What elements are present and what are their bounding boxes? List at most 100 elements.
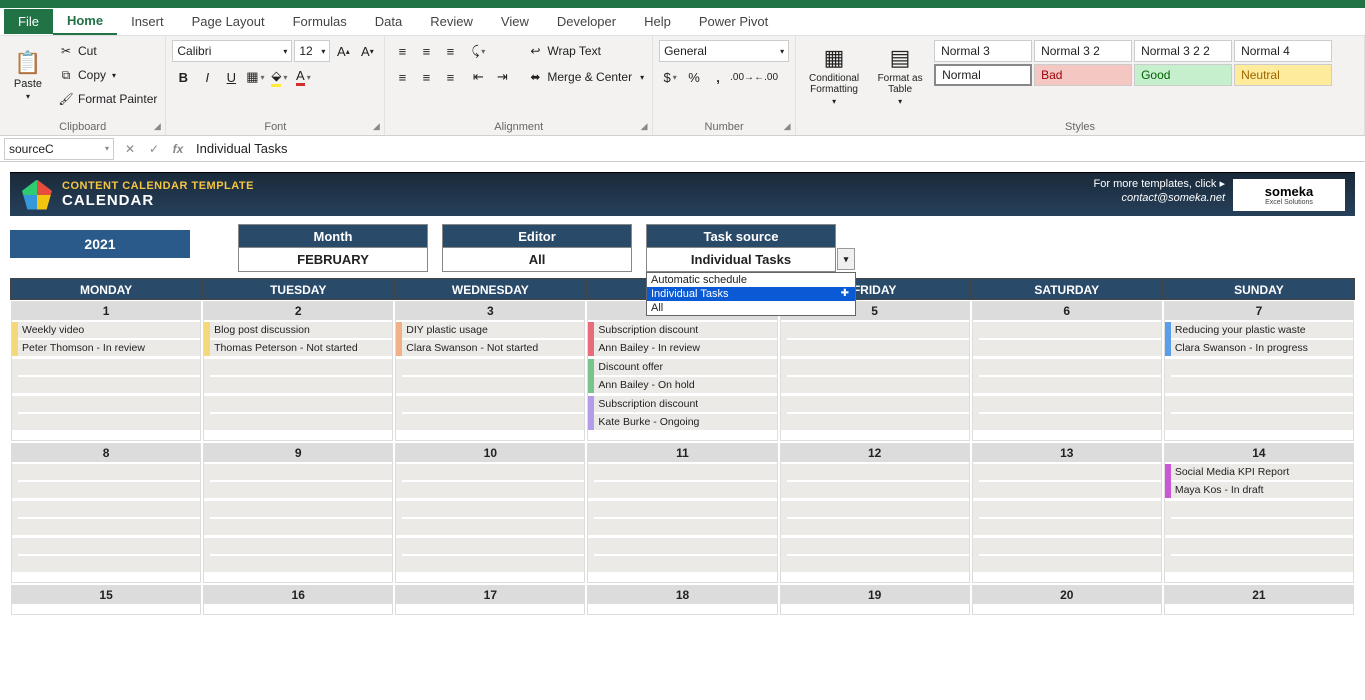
accounting-format-button[interactable]: $ xyxy=(659,66,681,88)
font-name-select[interactable]: Calibri▾ xyxy=(172,40,292,62)
day-cell[interactable]: 16 xyxy=(203,585,393,615)
dropdown-option[interactable]: Automatic schedule xyxy=(647,273,855,287)
day-cell[interactable]: 5 xyxy=(780,301,970,441)
wrap-text-button[interactable]: ↩Wrap Text xyxy=(525,40,646,62)
day-cell[interactable]: 8 xyxy=(11,443,201,583)
fx-button[interactable]: fx xyxy=(166,142,190,156)
style-cell[interactable]: Normal 3 2 2 xyxy=(1134,40,1232,62)
style-cell[interactable]: Neutral xyxy=(1234,64,1332,86)
day-cell[interactable]: 19 xyxy=(780,585,970,615)
day-cell[interactable]: 20 xyxy=(972,585,1162,615)
year-button[interactable]: 2021 xyxy=(10,230,190,258)
menu-tab-review[interactable]: Review xyxy=(416,9,487,34)
menu-tab-home[interactable]: Home xyxy=(53,8,117,35)
font-dialog-launcher[interactable]: ◢ xyxy=(370,121,382,133)
editor-value[interactable]: All xyxy=(442,248,632,272)
align-top-button[interactable]: ≡ xyxy=(391,40,413,62)
dropdown-option[interactable]: All xyxy=(647,301,855,315)
day-cell[interactable]: 6 xyxy=(972,301,1162,441)
font-size-select[interactable]: 12▾ xyxy=(294,40,330,62)
format-painter-button[interactable]: 🖌Format Painter xyxy=(56,88,159,110)
border-button[interactable]: ▦ xyxy=(244,66,266,88)
day-cell[interactable]: 7Reducing your plastic wasteClara Swanso… xyxy=(1164,301,1354,441)
clipboard-dialog-launcher[interactable]: ◢ xyxy=(151,121,163,133)
align-middle-button[interactable]: ≡ xyxy=(415,40,437,62)
underline-button[interactable]: U xyxy=(220,66,242,88)
align-right-button[interactable]: ≡ xyxy=(439,66,461,88)
menu-tab-help[interactable]: Help xyxy=(630,9,685,34)
menu-tab-developer[interactable]: Developer xyxy=(543,9,630,34)
align-bottom-button[interactable]: ≡ xyxy=(439,40,461,62)
fill-color-button[interactable]: ⬙ xyxy=(268,66,290,88)
menu-tab-insert[interactable]: Insert xyxy=(117,9,178,34)
menu-tab-page-layout[interactable]: Page Layout xyxy=(178,9,279,34)
alignment-dialog-launcher[interactable]: ◢ xyxy=(638,121,650,133)
month-value[interactable]: FEBRUARY xyxy=(238,248,428,272)
enter-formula-button[interactable]: ✓ xyxy=(142,142,166,156)
calendar-event[interactable]: Weekly videoPeter Thomson - In review xyxy=(12,322,200,356)
menu-tab-file[interactable]: File xyxy=(4,9,53,34)
calendar-event[interactable]: Subscription discountKate Burke - Ongoin… xyxy=(588,396,776,430)
calendar-event[interactable]: DIY plastic usageClara Swanson - Not sta… xyxy=(396,322,584,356)
increase-decimal-button[interactable]: .00→ xyxy=(731,66,753,88)
day-cell[interactable]: 9 xyxy=(203,443,393,583)
cell-styles-gallery[interactable]: Normal 3Normal 3 2Normal 3 2 2Normal 4 No… xyxy=(934,40,1342,86)
align-left-button[interactable]: ≡ xyxy=(391,66,413,88)
menu-tab-formulas[interactable]: Formulas xyxy=(279,9,361,34)
dropdown-option[interactable]: Individual Tasks xyxy=(647,287,855,301)
bold-button[interactable]: B xyxy=(172,66,194,88)
calendar-event[interactable]: Blog post discussionThomas Peterson - No… xyxy=(204,322,392,356)
style-cell[interactable]: Normal xyxy=(934,64,1032,86)
number-dialog-launcher[interactable]: ◢ xyxy=(781,121,793,133)
calendar-event[interactable]: Subscription discountAnn Bailey - In rev… xyxy=(588,322,776,356)
day-cell[interactable]: 15 xyxy=(11,585,201,615)
orientation-button[interactable]: ⤹ xyxy=(467,40,489,62)
day-cell[interactable]: 3DIY plastic usageClara Swanson - Not st… xyxy=(395,301,585,441)
align-center-button[interactable]: ≡ xyxy=(415,66,437,88)
style-cell[interactable]: Normal 4 xyxy=(1234,40,1332,62)
increase-font-button[interactable]: A▴ xyxy=(332,40,354,62)
day-cell[interactable]: 21 xyxy=(1164,585,1354,615)
menu-tab-view[interactable]: View xyxy=(487,9,543,34)
format-as-table-button[interactable]: ▤ Format as Table▾ xyxy=(872,40,928,110)
dropdown-arrow-icon[interactable]: ▾ xyxy=(837,248,855,270)
day-cell[interactable]: 17 xyxy=(395,585,585,615)
day-cell[interactable]: 13 xyxy=(972,443,1162,583)
comma-button[interactable]: , xyxy=(707,66,729,88)
italic-button[interactable]: I xyxy=(196,66,218,88)
increase-indent-button[interactable]: ⇥ xyxy=(491,66,513,88)
copy-button[interactable]: ⧉Copy▾ xyxy=(56,64,159,86)
style-cell[interactable]: Normal 3 2 xyxy=(1034,40,1132,62)
cancel-formula-button[interactable]: ✕ xyxy=(118,142,142,156)
contact-link[interactable]: contact@someka.net xyxy=(1094,192,1225,204)
font-color-button[interactable]: A xyxy=(292,66,314,88)
more-templates-link[interactable]: For more templates, click ▸ xyxy=(1094,177,1225,190)
day-cell[interactable]: 2Blog post discussionThomas Peterson - N… xyxy=(203,301,393,441)
calendar-event[interactable]: Social Media KPI ReportMaya Kos - In dra… xyxy=(1165,464,1353,498)
formula-input[interactable]: Individual Tasks xyxy=(190,141,1365,156)
task-source-value[interactable]: Individual Tasks ▾ xyxy=(646,248,836,272)
style-cell[interactable]: Bad xyxy=(1034,64,1132,86)
decrease-indent-button[interactable]: ⇤ xyxy=(467,66,489,88)
day-cell[interactable]: 11 xyxy=(587,443,777,583)
merge-center-button[interactable]: ⬌Merge & Center▾ xyxy=(525,66,646,88)
day-cell[interactable]: 18 xyxy=(587,585,777,615)
menu-tab-data[interactable]: Data xyxy=(361,9,416,34)
day-cell[interactable]: 1Weekly videoPeter Thomson - In review xyxy=(11,301,201,441)
decrease-font-button[interactable]: A▾ xyxy=(356,40,378,62)
style-cell[interactable]: Normal 3 xyxy=(934,40,1032,62)
day-cell[interactable]: 12 xyxy=(780,443,970,583)
paste-button[interactable]: 📋 Paste ▾ xyxy=(6,40,50,110)
percent-button[interactable]: % xyxy=(683,66,705,88)
conditional-formatting-button[interactable]: ▦ Conditional Formatting▾ xyxy=(802,40,866,110)
menu-tab-power-pivot[interactable]: Power Pivot xyxy=(685,9,782,34)
name-box[interactable]: sourceC▾ xyxy=(4,138,114,160)
calendar-event[interactable]: Discount offerAnn Bailey - On hold xyxy=(588,359,776,393)
calendar-event[interactable]: Reducing your plastic wasteClara Swanson… xyxy=(1165,322,1353,356)
decrease-decimal-button[interactable]: ←.00 xyxy=(755,66,777,88)
day-cell[interactable]: 14Social Media KPI ReportMaya Kos - In d… xyxy=(1164,443,1354,583)
day-cell[interactable]: 4Subscription discountAnn Bailey - In re… xyxy=(587,301,777,441)
cut-button[interactable]: ✂Cut xyxy=(56,40,159,62)
style-cell[interactable]: Good xyxy=(1134,64,1232,86)
number-format-select[interactable]: General▾ xyxy=(659,40,789,62)
